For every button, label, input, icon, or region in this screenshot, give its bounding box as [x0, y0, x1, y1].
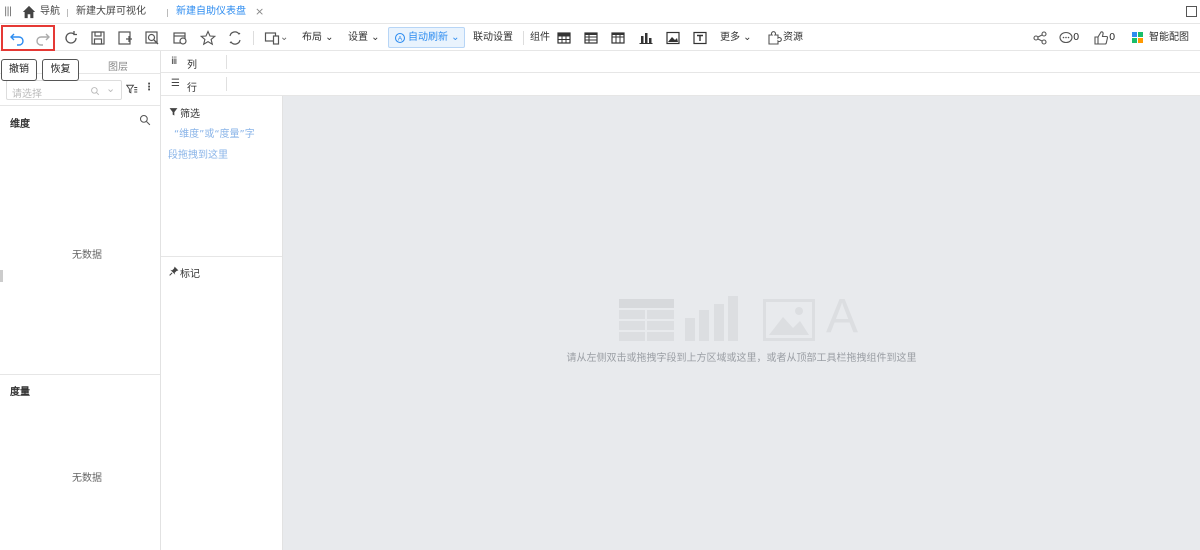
columns-icon: iii	[171, 56, 177, 67]
divider	[226, 77, 227, 91]
device-icon[interactable]	[262, 28, 282, 48]
puzzle-icon[interactable]	[764, 28, 784, 48]
divider	[0, 105, 160, 106]
dimensions-title: 维度	[10, 119, 30, 130]
smart-config-button[interactable]: 智能配图	[1149, 24, 1189, 51]
svg-text:A: A	[398, 36, 403, 43]
auto-refresh-label: 自动刷新 ⌄	[408, 32, 460, 43]
sync-icon[interactable]	[225, 28, 245, 48]
pin-icon	[169, 266, 179, 276]
rows-label: 行	[187, 83, 197, 94]
resize-handle[interactable]	[0, 270, 3, 282]
canvas-hint: 请从左侧双击或拖拽字段到上方区域或这里，或者从顶部工具栏拖拽组件到这里	[566, 353, 917, 364]
filter-icon	[169, 108, 178, 116]
canvas-area[interactable]: A 请从左侧双击或拖拽字段到上方区域或这里，或者从顶部工具栏拖拽组件到这里	[283, 96, 1200, 550]
toolbar-separator	[523, 31, 524, 45]
maximize-icon[interactable]	[1186, 6, 1197, 17]
refresh-icon[interactable]	[61, 28, 81, 48]
field-search-select[interactable]: 请选择 ⌄	[6, 80, 122, 100]
cross-table-icon[interactable]	[581, 28, 601, 48]
menu-grip-icon[interactable]: |||	[4, 0, 12, 24]
preview-icon[interactable]	[142, 28, 162, 48]
more-menu[interactable]: 更多 ⌄	[720, 24, 752, 51]
tab-nav[interactable]: 导航	[40, 0, 60, 24]
table-placeholder-icon	[619, 299, 674, 341]
toolbar-separator	[253, 31, 254, 45]
like-icon[interactable]	[1091, 28, 1111, 48]
tab-separator	[167, 9, 168, 17]
divider	[0, 374, 160, 375]
image-icon[interactable]	[663, 28, 683, 48]
tab-layers[interactable]: 图层	[108, 58, 128, 73]
rows-icon: ☰	[171, 78, 180, 89]
components-label: 组件	[530, 32, 550, 43]
save-icon[interactable]	[88, 28, 108, 48]
text-icon[interactable]	[690, 28, 710, 48]
left-panel: 图层 请选择 ⌄ ⋮ 维度 无数据 度量 无数据	[0, 51, 161, 550]
search-icon[interactable]	[139, 114, 151, 126]
table-icon[interactable]	[554, 28, 574, 48]
detail-table-icon[interactable]	[608, 28, 628, 48]
tab-bar: ||| 导航 新建大屏可视化 新建自助仪表盘 ×	[0, 0, 1200, 24]
share-icon[interactable]	[1030, 28, 1050, 48]
undo-tooltip: 撤销	[1, 59, 37, 81]
filter-label: 筛选	[180, 109, 200, 120]
resources-button[interactable]: 资源	[783, 24, 803, 51]
tab-big-screen[interactable]: 新建大屏可视化	[76, 0, 146, 24]
search-placeholder: 请选择	[12, 89, 42, 100]
device-chevron-down-icon[interactable]: ⌄	[280, 24, 288, 51]
favorite-icon[interactable]	[198, 28, 218, 48]
comment-count: 0	[1073, 32, 1080, 43]
linkage-settings-button[interactable]: 联动设置	[473, 24, 513, 51]
save-as-icon[interactable]	[115, 28, 135, 48]
image-placeholder-icon	[763, 299, 815, 341]
text-placeholder-icon: A	[826, 290, 859, 343]
smart-config-icon[interactable]	[1132, 32, 1144, 44]
home-icon[interactable]	[22, 0, 36, 24]
tab-close-icon[interactable]: ×	[255, 0, 264, 24]
more-options-icon[interactable]: ⋮	[144, 82, 154, 93]
undo-redo-highlight	[1, 25, 55, 51]
filter-sort-icon[interactable]	[126, 83, 138, 95]
columns-label: 列	[187, 60, 197, 71]
rows-shelf[interactable]: ☰ 行	[161, 73, 1200, 96]
divider	[226, 55, 227, 69]
toolbar: ⌄ 布局 ⌄ 设置 ⌄ A 自动刷新 ⌄ 联动设置 组件 更多 ⌄ 资源 0 0…	[0, 24, 1200, 51]
search-icon	[91, 87, 100, 96]
marks-label: 标记	[180, 269, 200, 280]
bar-chart-placeholder-icon	[683, 296, 741, 341]
chevron-down-icon: ⌄	[106, 82, 116, 95]
like-count: 0	[1109, 32, 1116, 43]
redo-tooltip: 恢复	[42, 59, 79, 81]
measures-empty: 无数据	[72, 473, 102, 484]
auto-refresh-button[interactable]: A 自动刷新 ⌄	[388, 27, 465, 48]
filter-marks-panel: 筛选 “维度”或“度量”字 段拖拽到这里 标记	[161, 96, 283, 550]
bar-chart-icon[interactable]	[636, 28, 656, 48]
schedule-icon[interactable]	[170, 28, 190, 48]
dimensions-empty: 无数据	[72, 250, 102, 261]
settings-menu[interactable]: 设置 ⌄	[348, 24, 380, 51]
filter-hint-line1: “维度”或“度量”字	[174, 129, 255, 140]
tab-separator	[67, 9, 68, 17]
filter-hint-line2: 段拖拽到这里	[168, 150, 228, 161]
measures-title: 度量	[10, 387, 30, 398]
tab-dashboard[interactable]: 新建自助仪表盘	[176, 0, 246, 24]
divider	[161, 256, 282, 257]
columns-shelf[interactable]: iii 列	[161, 51, 1200, 73]
layout-menu[interactable]: 布局 ⌄	[302, 24, 334, 51]
